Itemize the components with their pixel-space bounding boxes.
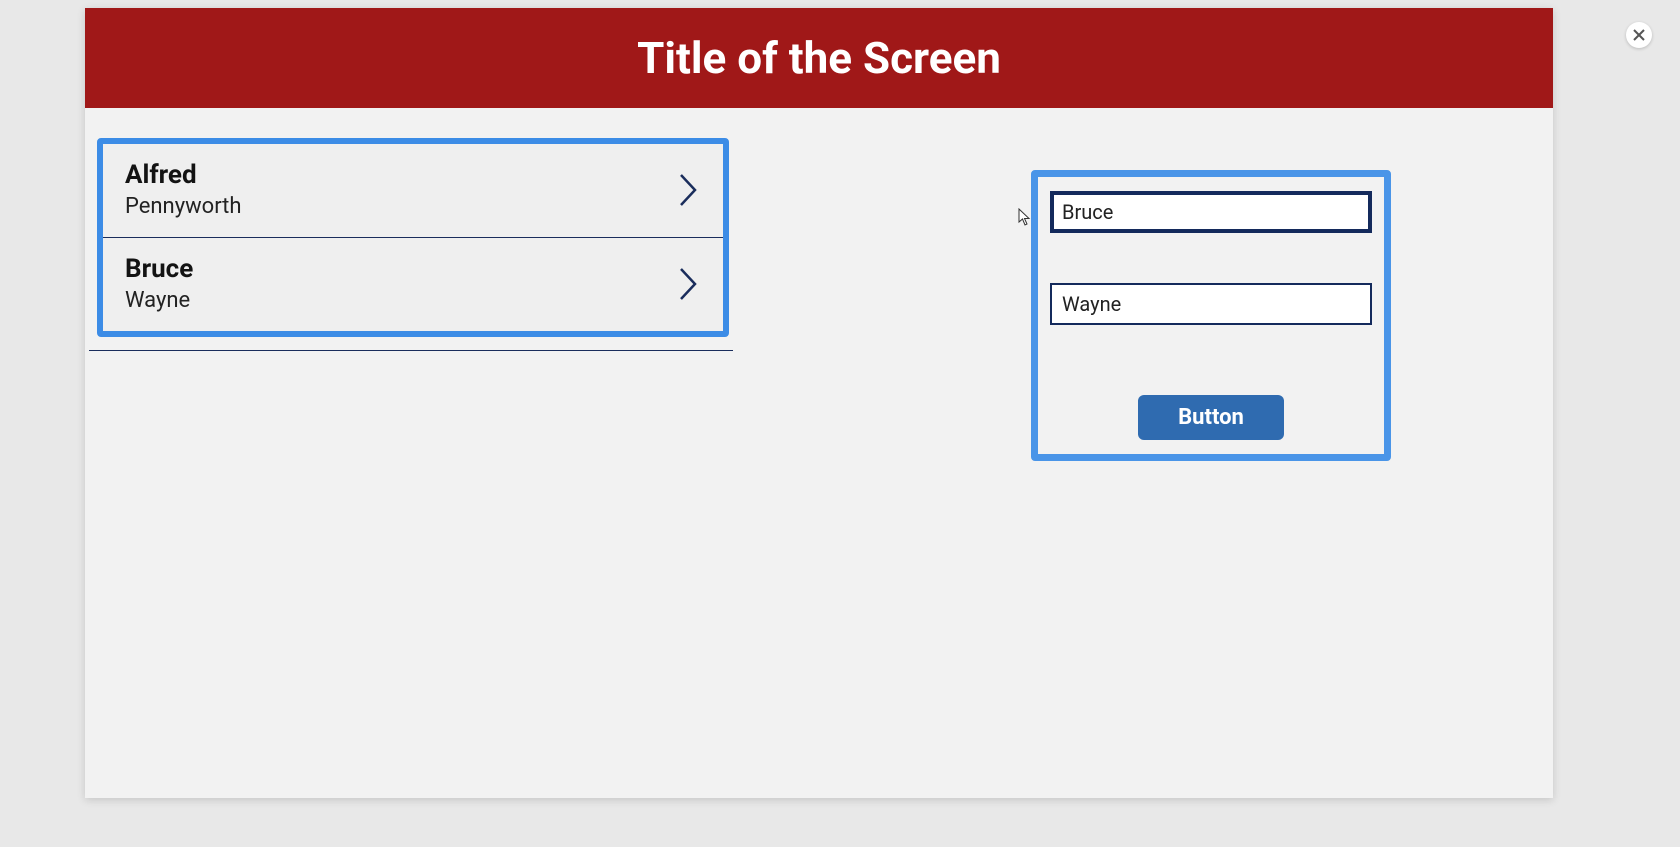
last-name-value: Wayne bbox=[1062, 292, 1121, 316]
list-item-secondary: Pennyworth bbox=[125, 194, 242, 219]
screen-title: Title of the Screen bbox=[637, 32, 1001, 84]
person-list: Alfred Pennyworth Bruce Wayne bbox=[97, 138, 729, 337]
close-button[interactable] bbox=[1626, 22, 1652, 48]
screen-header: Title of the Screen bbox=[85, 8, 1553, 108]
list-item-text: Bruce Wayne bbox=[125, 254, 193, 313]
submit-button[interactable]: Button bbox=[1138, 395, 1284, 440]
screen-container: Title of the Screen Alfred Pennyworth Br… bbox=[85, 8, 1553, 798]
list-item-secondary: Wayne bbox=[125, 288, 193, 313]
first-name-value: Bruce bbox=[1062, 200, 1113, 224]
chevron-right-icon bbox=[677, 265, 701, 303]
edit-form: Bruce Wayne Button bbox=[1031, 170, 1391, 461]
list-item-primary: Alfred bbox=[125, 160, 242, 190]
list-item-primary: Bruce bbox=[125, 254, 193, 284]
list-divider bbox=[89, 350, 733, 351]
list-item-text: Alfred Pennyworth bbox=[125, 160, 242, 219]
chevron-right-icon bbox=[677, 171, 701, 209]
list-item[interactable]: Alfred Pennyworth bbox=[103, 144, 723, 238]
list-item[interactable]: Bruce Wayne bbox=[103, 238, 723, 331]
screen-content: Alfred Pennyworth Bruce Wayne bbox=[85, 108, 1553, 138]
close-icon bbox=[1633, 29, 1645, 41]
first-name-input[interactable]: Bruce bbox=[1050, 191, 1372, 233]
last-name-input[interactable]: Wayne bbox=[1050, 283, 1372, 325]
